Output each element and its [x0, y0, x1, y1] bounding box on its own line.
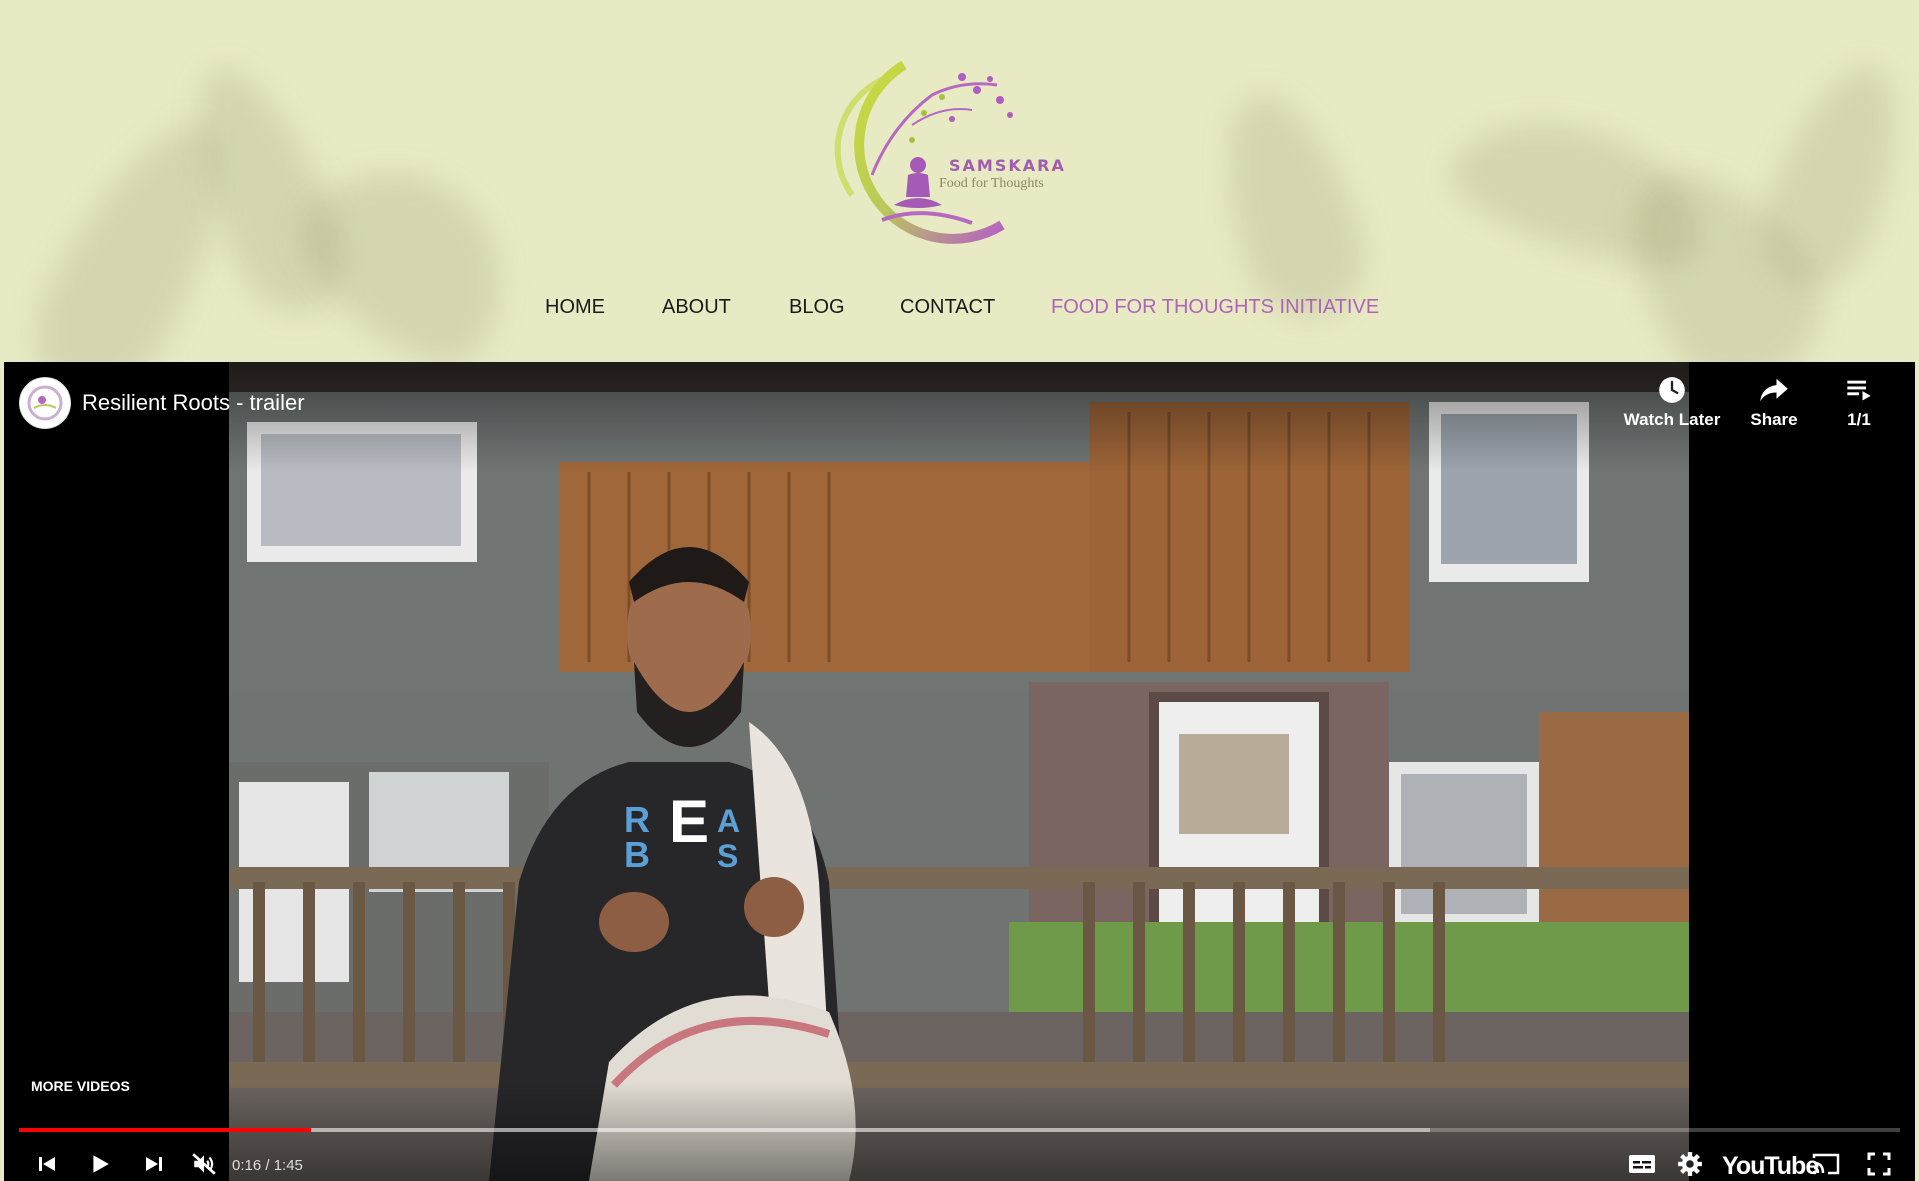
nav-food-for-thoughts-initiative[interactable]: FOOD FOR THOUGHTS INITIATIVE: [1051, 296, 1379, 319]
playlist-count: 1/1: [1847, 410, 1871, 429]
youtube-logo[interactable]: YouTube: [1722, 1152, 1819, 1181]
play-button[interactable]: [82, 1146, 118, 1181]
channel-avatar[interactable]: [19, 377, 71, 429]
fullscreen-button[interactable]: [1861, 1146, 1897, 1181]
mute-button[interactable]: [186, 1146, 222, 1181]
nav-contact[interactable]: CONTACT: [900, 296, 995, 319]
captions-icon: [1629, 1155, 1655, 1173]
leaf-shadow-decoration: [1197, 77, 1383, 333]
playlist-icon: [1847, 380, 1871, 401]
watch-later-label: Watch Later: [1623, 410, 1721, 429]
svg-text:B: B: [624, 834, 650, 875]
brand-name: SAMSKARA: [949, 156, 1066, 175]
video-frame[interactable]: R E B A S: [229, 362, 1689, 1181]
next-icon: [146, 1157, 162, 1171]
time-display: 0:16 / 1:45: [232, 1157, 303, 1174]
share-arrow-icon: [1760, 378, 1788, 402]
svg-text:A: A: [717, 803, 740, 839]
captions-button[interactable]: [1624, 1146, 1660, 1181]
gear-icon: [1678, 1152, 1702, 1176]
settings-button[interactable]: [1672, 1146, 1708, 1181]
progress-played: [19, 1128, 311, 1132]
previous-button[interactable]: [29, 1146, 65, 1181]
youtube-embed-player[interactable]: R E B A S Resilient Roots - trailer Watc…: [4, 362, 1915, 1181]
muted-volume-icon: [192, 1153, 216, 1175]
svg-text:E: E: [669, 788, 709, 855]
fullscreen-icon: [1867, 1152, 1891, 1176]
video-title[interactable]: Resilient Roots - trailer: [82, 390, 305, 416]
brand-tagline: Food for Thoughts: [939, 176, 1044, 191]
more-videos-button[interactable]: MORE VIDEOS: [31, 1078, 130, 1094]
channel-logo-icon: [27, 385, 63, 421]
cast-icon: [1812, 1153, 1840, 1175]
previous-icon: [39, 1157, 55, 1171]
cast-button[interactable]: [1808, 1146, 1844, 1181]
next-button[interactable]: [136, 1146, 172, 1181]
nav-home[interactable]: HOME: [545, 296, 605, 319]
samskara-logo[interactable]: [812, 55, 1072, 255]
svg-text:S: S: [717, 838, 738, 874]
progress-bar[interactable]: [19, 1128, 1900, 1132]
site-header: SAMSKARA Food for Thoughts HOME ABOUT BL…: [0, 0, 1919, 362]
nav-blog[interactable]: BLOG: [789, 296, 845, 319]
play-icon: [93, 1155, 109, 1173]
nav-about[interactable]: ABOUT: [662, 296, 731, 319]
main-nav: HOME ABOUT BLOG CONTACT FOOD FOR THOUGHT…: [0, 296, 1919, 320]
leaf-shadow-decoration: [274, 128, 546, 362]
watch-later-button[interactable]: Watch Later: [1617, 376, 1727, 430]
clock-icon: [1659, 377, 1685, 403]
playlist-button[interactable]: 1/1: [1804, 376, 1914, 430]
